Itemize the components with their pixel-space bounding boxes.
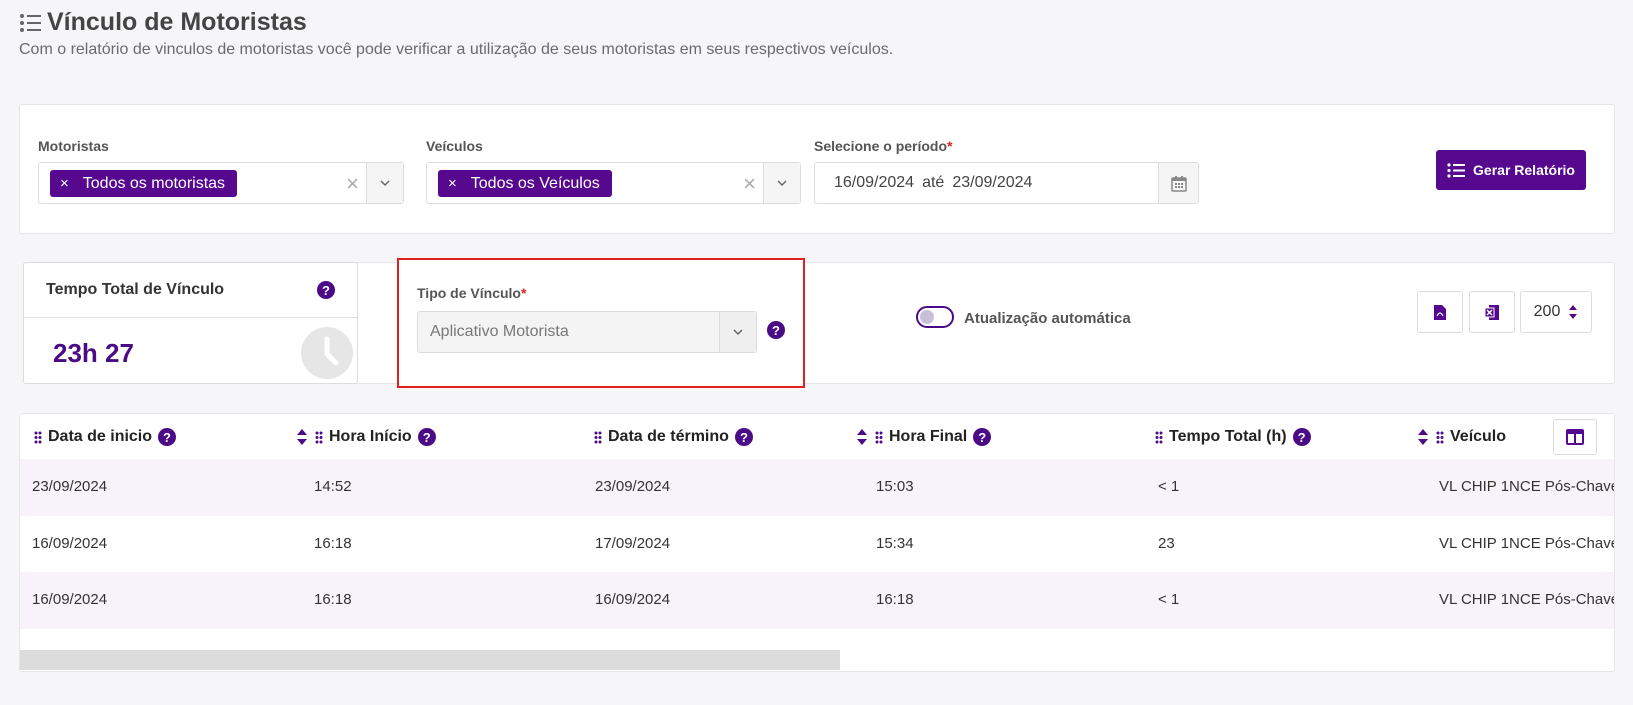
table-row[interactable]: 23/09/2024 14:52 23/09/2024 15:03 < 1 VL…	[20, 459, 1615, 516]
help-icon[interactable]: ?	[1292, 428, 1311, 446]
page-size-value: 200	[1533, 303, 1561, 320]
cell-veiculo: VL CHIP 1NCE Pós-Chave	[1439, 591, 1615, 608]
date-end[interactable]: 23/09/2024	[952, 174, 1032, 192]
sort-icon	[1569, 305, 1578, 319]
cell-data-inicio: 16/09/2024	[32, 535, 108, 552]
page-subtitle: Com o relatório de vinculos de motorista…	[19, 41, 894, 58]
calendar-button[interactable]	[1158, 163, 1198, 203]
drag-handle-icon[interactable]	[875, 431, 883, 444]
veiculos-tag-label: Todos os Veículos	[470, 174, 600, 192]
list-icon	[20, 13, 41, 32]
help-icon[interactable]: ?	[767, 321, 785, 339]
date-separator: até	[922, 174, 945, 191]
tempo-total-value: 23h 27	[53, 338, 134, 368]
sort-icon[interactable]	[296, 428, 308, 446]
veiculos-tag: × Todos os Veículos	[438, 170, 612, 197]
period-input[interactable]: 16/09/2024 até 23/09/2024	[814, 162, 1199, 204]
veiculos-select[interactable]: × Todos os Veículos ×	[426, 162, 801, 204]
date-start[interactable]: 16/09/2024	[834, 174, 914, 192]
cell-tempo-total: < 1	[1158, 478, 1180, 495]
cell-data-inicio: 23/09/2024	[32, 478, 108, 495]
page-header: Vínculo de Motoristas	[19, 8, 307, 37]
drag-handle-icon[interactable]	[1436, 431, 1444, 444]
cell-hora-inicio: 14:52	[314, 478, 352, 495]
cell-tempo-total: 23	[1158, 535, 1175, 552]
tipo-vinculo-value: Aplicativo Motorista	[430, 323, 569, 340]
cell-hora-final: 15:34	[876, 535, 914, 552]
cell-hora-inicio: 16:18	[314, 535, 352, 552]
calendar-icon	[1170, 175, 1187, 192]
header-tempo-total[interactable]: Tempo Total (h)?	[1155, 428, 1311, 446]
cell-data-termino: 16/09/2024	[595, 591, 671, 608]
drag-handle-icon[interactable]	[34, 431, 42, 444]
chevron-down-icon	[733, 329, 743, 336]
header-data-termino[interactable]: Data de término?	[594, 428, 753, 446]
tipo-vinculo-label: Tipo de Vínculo*	[417, 285, 527, 301]
cell-data-termino: 23/09/2024	[595, 478, 671, 495]
tempo-total-card: Tempo Total de Vínculo ? 23h 27	[23, 262, 358, 384]
motoristas-label: Motoristas	[38, 138, 109, 154]
export-excel-button[interactable]	[1469, 291, 1515, 333]
clock-icon	[301, 327, 353, 379]
auto-update-toggle[interactable]	[916, 306, 954, 328]
cell-data-termino: 17/09/2024	[595, 535, 671, 552]
gerar-relatorio-button[interactable]: Gerar Relatório	[1436, 150, 1586, 190]
cell-veiculo: VL CHIP 1NCE Pós-Chave	[1439, 478, 1615, 495]
export-pdf-button[interactable]	[1417, 291, 1463, 333]
clear-motoristas-icon[interactable]: ×	[346, 171, 359, 197]
chevron-down-icon	[777, 180, 787, 187]
sort-icon[interactable]	[856, 428, 868, 446]
tempo-total-title: Tempo Total de Vínculo	[46, 281, 225, 298]
help-icon[interactable]: ?	[417, 428, 436, 446]
periodo-label: Selecione o período*	[814, 138, 953, 154]
drag-handle-icon[interactable]	[594, 431, 602, 444]
cell-tempo-total: < 1	[1158, 591, 1180, 608]
cell-hora-inicio: 16:18	[314, 591, 352, 608]
header-hora-inicio[interactable]: Hora Início?	[315, 428, 436, 446]
drag-handle-icon[interactable]	[1155, 431, 1163, 444]
cell-hora-final: 15:03	[876, 478, 914, 495]
cell-veiculo: VL CHIP 1NCE Pós-Chave	[1439, 535, 1615, 552]
page-title: Vínculo de Motoristas	[47, 8, 307, 36]
columns-icon	[1566, 429, 1584, 445]
horizontal-scrollbar[interactable]	[20, 650, 840, 670]
motoristas-dropdown-button[interactable]	[366, 163, 403, 203]
tipo-dropdown-button[interactable]	[719, 312, 756, 352]
tag-remove-icon[interactable]: ×	[448, 175, 457, 192]
gerar-relatorio-label: Gerar Relatório	[1473, 162, 1575, 178]
tag-remove-icon[interactable]: ×	[60, 175, 69, 192]
cell-hora-final: 16:18	[876, 591, 914, 608]
pdf-icon	[1434, 304, 1446, 320]
table-row[interactable]: 16/09/2024 16:18 17/09/2024 15:34 23 VL …	[20, 516, 1615, 573]
help-icon[interactable]: ?	[973, 428, 992, 446]
help-icon[interactable]: ?	[734, 428, 753, 446]
table-row[interactable]: 16/09/2024 16:18 16/09/2024 16:18 < 1 VL…	[20, 572, 1615, 629]
veiculos-dropdown-button[interactable]	[763, 163, 800, 203]
help-icon[interactable]: ?	[158, 428, 177, 446]
chevron-down-icon	[380, 180, 390, 187]
page-size-stepper[interactable]: 200	[1520, 291, 1592, 333]
header-hora-final[interactable]: Hora Final?	[875, 428, 992, 446]
filter-panel: Motoristas × Todos os motoristas × Veícu…	[19, 104, 1615, 234]
motoristas-tag-label: Todos os motoristas	[82, 174, 226, 192]
header-veiculo[interactable]: Veículo	[1436, 428, 1506, 446]
vinculos-table: Data de inicio? Hora Início? Data de tér…	[19, 413, 1615, 672]
motoristas-tag: × Todos os motoristas	[50, 170, 238, 197]
cell-data-inicio: 16/09/2024	[32, 591, 108, 608]
auto-update-label: Atualização automática	[964, 310, 1131, 327]
help-icon[interactable]: ?	[317, 281, 335, 299]
tipo-vinculo-box: Tipo de Vínculo* Aplicativo Motorista ?	[397, 258, 805, 388]
motoristas-select[interactable]: × Todos os motoristas ×	[38, 162, 404, 204]
header-data-inicio[interactable]: Data de inicio?	[34, 428, 177, 446]
tipo-vinculo-select[interactable]: Aplicativo Motorista	[417, 311, 757, 353]
veiculos-label: Veículos	[426, 138, 483, 154]
list-icon	[1447, 162, 1466, 178]
sort-icon[interactable]	[1417, 428, 1429, 446]
drag-handle-icon[interactable]	[315, 431, 323, 444]
clear-veiculos-icon[interactable]: ×	[743, 171, 756, 197]
excel-icon	[1484, 304, 1499, 320]
columns-toggle-button[interactable]	[1553, 419, 1597, 455]
